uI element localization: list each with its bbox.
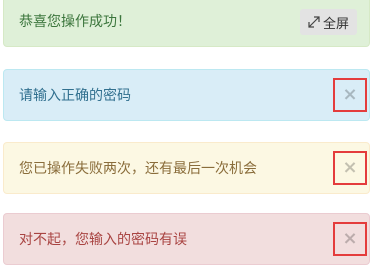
close-icon: × [342,84,358,105]
danger-close-button[interactable]: × [333,222,367,256]
danger-alert: 对不起，您输入的密码有误 × [3,213,370,265]
warning-alert: 您已操作失败两次，还有最后一次机会 × [3,142,370,194]
warning-alert-text: 您已操作失败两次，还有最后一次机会 [19,161,257,177]
expand-icon [308,16,320,28]
close-icon: × [342,228,358,249]
close-icon: × [342,157,358,178]
info-alert: 请输入正确的密码 × [3,69,370,121]
success-alert-text: 恭喜您操作成功！ [19,13,131,30]
fullscreen-button[interactable]: 全屏 [299,9,357,35]
warning-close-button[interactable]: × [333,151,367,185]
info-close-button[interactable]: × [333,78,367,112]
info-alert-text: 请输入正确的密码 [19,88,131,104]
success-alert: 恭喜您操作成功！ 全屏 [3,0,370,47]
fullscreen-label: 全屏 [322,16,349,32]
danger-alert-text: 对不起，您输入的密码有误 [19,232,187,248]
